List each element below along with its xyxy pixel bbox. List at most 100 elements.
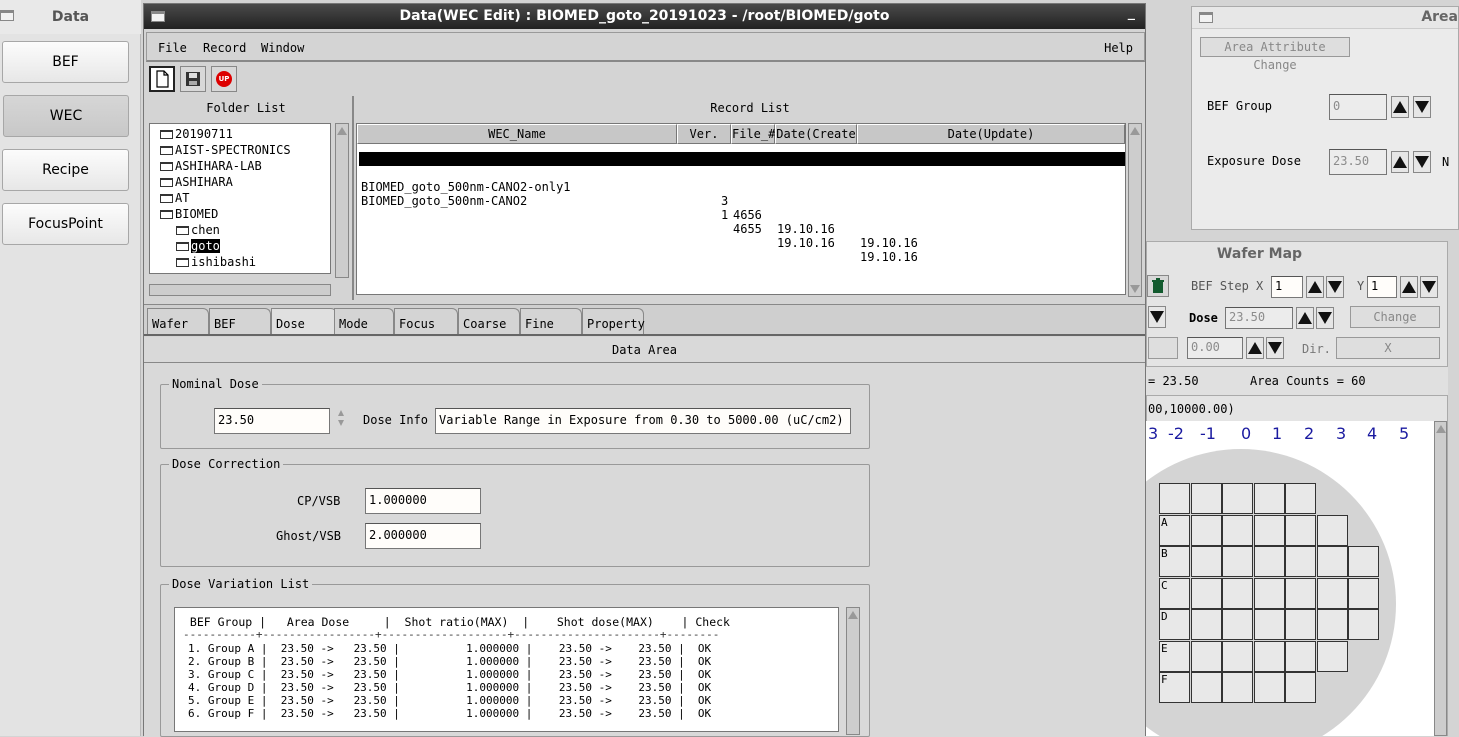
wafer-cell[interactable] (1316, 577, 1348, 609)
wafer-cell[interactable] (1253, 483, 1285, 514)
folder-item[interactable]: AIST-SPECTRONICS (160, 143, 291, 157)
exposure-dose-input[interactable]: 23.50 (1329, 149, 1387, 175)
dose-change-button[interactable]: Change (1350, 306, 1440, 328)
map-dose-input[interactable]: 23.50 (1225, 307, 1293, 329)
wafer-cell[interactable] (1285, 672, 1316, 703)
delete-button[interactable] (1147, 275, 1169, 297)
menu-file[interactable]: File (158, 41, 187, 55)
step-y-input[interactable]: 1 (1367, 276, 1397, 298)
folder-item[interactable]: ASHIHARA-LAB (160, 159, 262, 173)
list-item[interactable]: 3. Group C | 23.50 -> 23.50 | 1.000000 |… (188, 668, 711, 681)
wafer-cell[interactable] (1190, 672, 1222, 703)
table-row[interactable]: BIOMED_goto_500nm-CANO2-only1 3 4656 19.… (359, 166, 1125, 250)
col-header-date-create[interactable]: Date(Create (775, 124, 857, 144)
folder-item[interactable]: ASHIHARA (160, 175, 233, 189)
step-up-icon[interactable] (338, 410, 344, 416)
tab-fine[interactable]: Fine (520, 308, 582, 334)
col-header-ver[interactable]: Ver. (677, 124, 731, 144)
wafer-cell[interactable] (1316, 546, 1348, 577)
step-down-icon[interactable] (338, 420, 344, 426)
col-header-date-update[interactable]: Date(Update) (857, 124, 1125, 144)
step-x-down-button[interactable] (1326, 276, 1344, 298)
tab-focus[interactable]: Focus (394, 308, 458, 334)
menu-record[interactable]: Record (203, 41, 246, 55)
step-y-up-button[interactable] (1400, 276, 1418, 298)
window-menu-icon[interactable] (0, 10, 14, 21)
wafer-cell[interactable] (1222, 577, 1253, 609)
wafer-cell[interactable] (1348, 577, 1379, 609)
window-menu-icon[interactable] (151, 11, 165, 22)
window-title-bar[interactable]: Data(WEC Edit) : BIOMED_goto_20191023 - … (144, 4, 1145, 29)
window-menu-icon[interactable] (1199, 12, 1213, 23)
tab-wafer[interactable]: Wafer (147, 308, 209, 334)
tab-mode[interactable]: Mode (334, 308, 394, 334)
new-file-button[interactable] (149, 66, 175, 92)
wafer-cell[interactable] (1222, 546, 1253, 577)
wafer-cell[interactable] (1253, 546, 1285, 577)
wafer-cell[interactable] (1253, 609, 1285, 640)
area-attribute-change-button[interactable]: Area Attribute Change (1200, 37, 1350, 72)
upload-button[interactable]: UP (211, 66, 237, 92)
recipe-button[interactable]: Recipe (2, 149, 129, 191)
wafer-cell[interactable] (1316, 640, 1348, 672)
wafer-cell[interactable] (1222, 483, 1253, 514)
folder-item[interactable]: 20190711 (160, 127, 233, 141)
list-item[interactable]: 2. Group B | 23.50 -> 23.50 | 1.000000 |… (188, 655, 711, 668)
record-scrollbar[interactable] (1128, 123, 1142, 297)
map-dose-up-button[interactable] (1296, 307, 1314, 329)
folder-hscrollbar[interactable] (149, 284, 331, 296)
dir-select[interactable]: X (1336, 337, 1440, 359)
save-button[interactable] (180, 66, 206, 92)
col-header-wec-name[interactable]: WEC_Name (357, 124, 677, 144)
step-y-down-button[interactable] (1420, 276, 1438, 298)
area-title-bar[interactable]: Area (1192, 7, 1458, 29)
wafer-cell[interactable] (1222, 640, 1253, 672)
wafer-cell[interactable] (1348, 546, 1379, 577)
folder-item[interactable]: ishibashi (176, 255, 256, 269)
map-scrollbar[interactable] (1434, 421, 1447, 736)
nominal-dose-stepper[interactable] (335, 408, 347, 434)
wafer-cell[interactable] (1253, 672, 1285, 703)
wec-button[interactable]: WEC (3, 95, 129, 137)
cp-vsb-input[interactable]: 1.000000 (365, 488, 481, 514)
wafer-cell[interactable] (1222, 609, 1253, 640)
list-item[interactable]: 4. Group D | 23.50 -> 23.50 | 1.000000 |… (188, 681, 711, 694)
wafer-cell[interactable] (1253, 640, 1285, 672)
tab-property[interactable]: Property (582, 308, 645, 334)
minimize-icon[interactable]: _ (1128, 6, 1135, 20)
step-x-input[interactable]: 1 (1271, 276, 1303, 298)
menu-help[interactable]: Help (1104, 41, 1133, 55)
dose-list-scrollbar[interactable] (846, 607, 860, 735)
wafer-cell[interactable] (1285, 483, 1316, 514)
list-item[interactable]: 1. Group A | 23.50 -> 23.50 | 1.000000 |… (188, 642, 711, 655)
wafer-cell[interactable] (1190, 514, 1222, 546)
bef-group-up-button[interactable] (1391, 96, 1409, 118)
wafer-cell[interactable] (1316, 609, 1348, 640)
scroll-down-icon[interactable] (1130, 285, 1140, 293)
wafer-cell[interactable] (1348, 609, 1379, 640)
wafer-cell[interactable] (1222, 514, 1253, 546)
offset-select[interactable] (1148, 337, 1178, 359)
exposure-down-button[interactable] (1413, 151, 1431, 173)
wafer-cell[interactable] (1190, 577, 1222, 609)
table-row[interactable]: BIOMED_goto_20191023 1 4676 19.10.23 19.… (359, 152, 1125, 236)
folder-item[interactable]: AT (160, 191, 189, 205)
wafer-cell[interactable] (1190, 546, 1222, 577)
tab-bef[interactable]: BEF (209, 308, 271, 334)
dose-variation-list[interactable]: BEF Group | Area Dose | Shot ratio(MAX) … (174, 607, 839, 732)
pane-splitter[interactable] (352, 96, 354, 300)
wafer-cell[interactable] (1253, 514, 1285, 546)
focuspoint-button[interactable]: FocusPoint (2, 203, 129, 245)
tab-dose[interactable]: Dose (271, 308, 337, 334)
table-row[interactable]: BIOMED_goto_500nm-CANO2 1 4655 19.10.16 … (359, 180, 1125, 264)
wafer-cell[interactable] (1190, 609, 1222, 640)
tab-coarse[interactable]: Coarse (458, 308, 520, 334)
step-x-up-button[interactable] (1306, 276, 1324, 298)
wafer-cell[interactable] (1285, 577, 1316, 609)
list-item[interactable]: 6. Group F | 23.50 -> 23.50 | 1.000000 |… (188, 707, 711, 720)
wafer-cell[interactable] (1190, 640, 1222, 672)
ghost-vsb-input[interactable]: 2.000000 (365, 523, 481, 549)
folder-item-selected[interactable]: goto (176, 239, 220, 253)
menu-window[interactable]: Window (261, 41, 304, 55)
bef-button[interactable]: BEF (2, 41, 129, 83)
